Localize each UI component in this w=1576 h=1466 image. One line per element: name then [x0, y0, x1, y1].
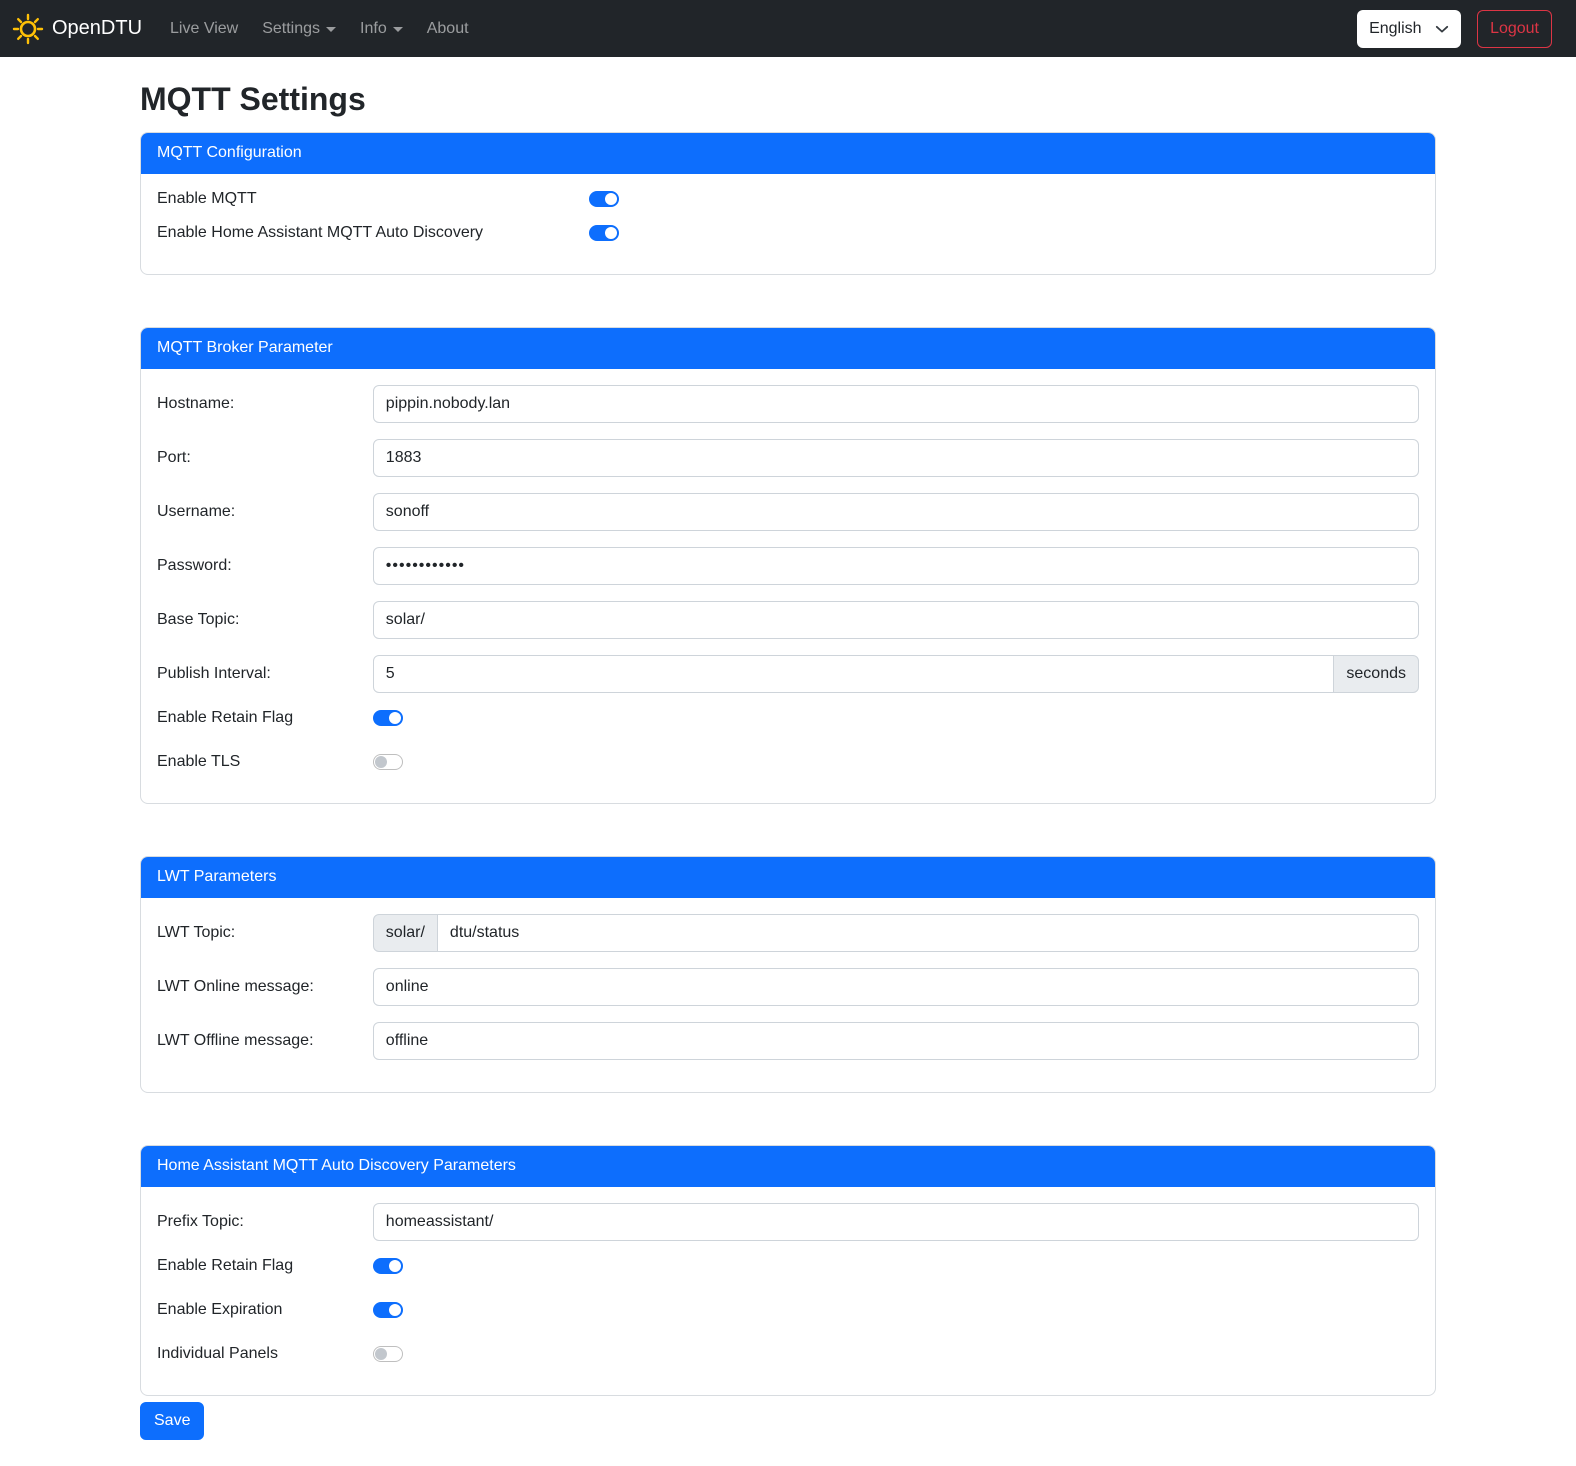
- hass-auto-discovery-card: Home Assistant MQTT Auto Discovery Param…: [140, 1145, 1436, 1396]
- nav-item-settings[interactable]: Settings: [254, 12, 344, 46]
- publish-interval-input[interactable]: [373, 655, 1335, 693]
- hostname-input[interactable]: [373, 385, 1419, 423]
- enable-retain-flag-toggle[interactable]: [373, 710, 403, 726]
- nav-item-label: About: [427, 20, 469, 38]
- chevron-down-icon: [1435, 22, 1449, 36]
- password-input[interactable]: [373, 547, 1419, 585]
- base-topic-label: Base Topic:: [157, 611, 373, 629]
- lwt-online-message-input[interactable]: [373, 968, 1419, 1006]
- enable-hass-discovery-label: Enable Home Assistant MQTT Auto Discover…: [157, 224, 589, 242]
- enable-expiration-label: Enable Expiration: [157, 1301, 373, 1319]
- lwt-offline-message-input[interactable]: [373, 1022, 1419, 1060]
- lwt-topic-label: LWT Topic:: [157, 924, 373, 942]
- nav-item-label: Settings: [262, 20, 320, 38]
- base-topic-input[interactable]: [373, 601, 1419, 639]
- nav-item-label: Info: [360, 20, 387, 38]
- logout-button[interactable]: Logout: [1477, 10, 1552, 48]
- hass-enable-retain-flag-toggle[interactable]: [373, 1258, 403, 1274]
- nav-item-about[interactable]: About: [419, 12, 477, 46]
- card-header: MQTT Broker Parameter: [141, 328, 1435, 369]
- nav-item-label: Live View: [170, 20, 238, 38]
- nav-menu: Live View Settings Info About: [158, 12, 481, 46]
- port-label: Port:: [157, 449, 373, 467]
- hostname-label: Hostname:: [157, 395, 373, 413]
- nav-item-live-view[interactable]: Live View: [162, 12, 246, 46]
- sun-logo-icon: [12, 13, 44, 45]
- enable-expiration-toggle[interactable]: [373, 1302, 403, 1318]
- lwt-parameters-card: LWT Parameters LWT Topic: solar/ LWT Onl…: [140, 856, 1436, 1093]
- lwt-online-message-label: LWT Online message:: [157, 978, 373, 996]
- lwt-topic-prefix-addon: solar/: [373, 914, 438, 952]
- username-input[interactable]: [373, 493, 1419, 531]
- nav-item-info[interactable]: Info: [352, 12, 411, 46]
- card-header: MQTT Configuration: [141, 133, 1435, 174]
- enable-hass-discovery-toggle[interactable]: [589, 225, 619, 241]
- mqtt-configuration-card: MQTT Configuration Enable MQTT Enable Ho…: [140, 132, 1436, 275]
- enable-retain-flag-label: Enable Retain Flag: [157, 709, 373, 727]
- brand-link[interactable]: OpenDTU: [12, 13, 142, 45]
- prefix-topic-label: Prefix Topic:: [157, 1213, 373, 1231]
- password-label: Password:: [157, 557, 373, 575]
- navbar: OpenDTU Live View Settings Info About En…: [0, 0, 1576, 57]
- prefix-topic-input[interactable]: [373, 1203, 1419, 1241]
- lwt-offline-message-label: LWT Offline message:: [157, 1032, 373, 1050]
- language-select[interactable]: English: [1357, 10, 1461, 48]
- hass-enable-retain-flag-label: Enable Retain Flag: [157, 1257, 373, 1275]
- individual-panels-label: Individual Panels: [157, 1345, 373, 1363]
- card-header: Home Assistant MQTT Auto Discovery Param…: [141, 1146, 1435, 1187]
- chevron-down-icon: [326, 27, 336, 32]
- enable-tls-toggle[interactable]: [373, 754, 403, 770]
- publish-interval-unit-addon: seconds: [1333, 655, 1419, 693]
- language-selected-value: English: [1369, 20, 1421, 38]
- publish-interval-label: Publish Interval:: [157, 665, 373, 683]
- enable-mqtt-label: Enable MQTT: [157, 190, 589, 208]
- port-input[interactable]: [373, 439, 1419, 477]
- enable-tls-label: Enable TLS: [157, 753, 373, 771]
- individual-panels-toggle[interactable]: [373, 1346, 403, 1362]
- chevron-down-icon: [393, 27, 403, 32]
- username-label: Username:: [157, 503, 373, 521]
- lwt-topic-input[interactable]: [437, 914, 1419, 952]
- page-title: MQTT Settings: [140, 81, 1436, 118]
- enable-mqtt-toggle[interactable]: [589, 191, 619, 207]
- brand-label: OpenDTU: [52, 17, 142, 40]
- card-header: LWT Parameters: [141, 857, 1435, 898]
- save-button[interactable]: Save: [140, 1402, 204, 1440]
- mqtt-broker-parameter-card: MQTT Broker Parameter Hostname: Port: Us…: [140, 327, 1436, 804]
